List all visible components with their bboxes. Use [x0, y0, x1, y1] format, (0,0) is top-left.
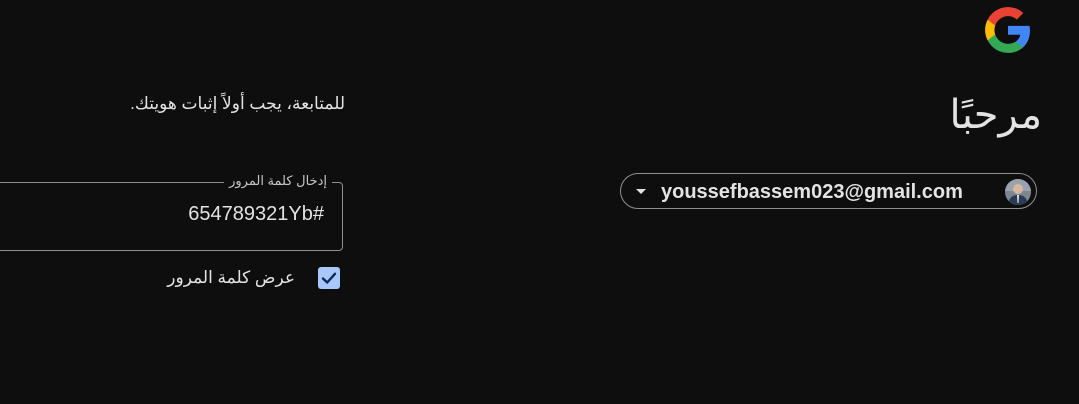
chevron-down-icon: [636, 189, 646, 194]
avatar: [1005, 179, 1031, 205]
google-logo-icon: [985, 7, 1030, 53]
page-title: مرحبًا: [949, 93, 1042, 137]
password-input[interactable]: [24, 203, 324, 226]
password-field[interactable]: إدخال كلمة المرور: [0, 173, 343, 251]
checkmark-icon: [321, 272, 337, 284]
page-subtitle: للمتابعة، يجب أولاً إثبات هويتك.: [130, 94, 345, 113]
account-chooser-button[interactable]: youssefbassem023@gmail.com: [620, 173, 1037, 209]
password-field-label: إدخال كلمة المرور: [224, 173, 332, 189]
account-email: youssefbassem023@gmail.com: [661, 181, 963, 203]
show-password-label: عرض كلمة المرور: [167, 268, 295, 287]
show-password-checkbox[interactable]: [318, 267, 340, 289]
show-password-row[interactable]: عرض كلمة المرور: [150, 263, 342, 293]
sign-in-page: مرحبًا youssefbassem023@gmail.com للمتاب…: [0, 0, 1079, 404]
